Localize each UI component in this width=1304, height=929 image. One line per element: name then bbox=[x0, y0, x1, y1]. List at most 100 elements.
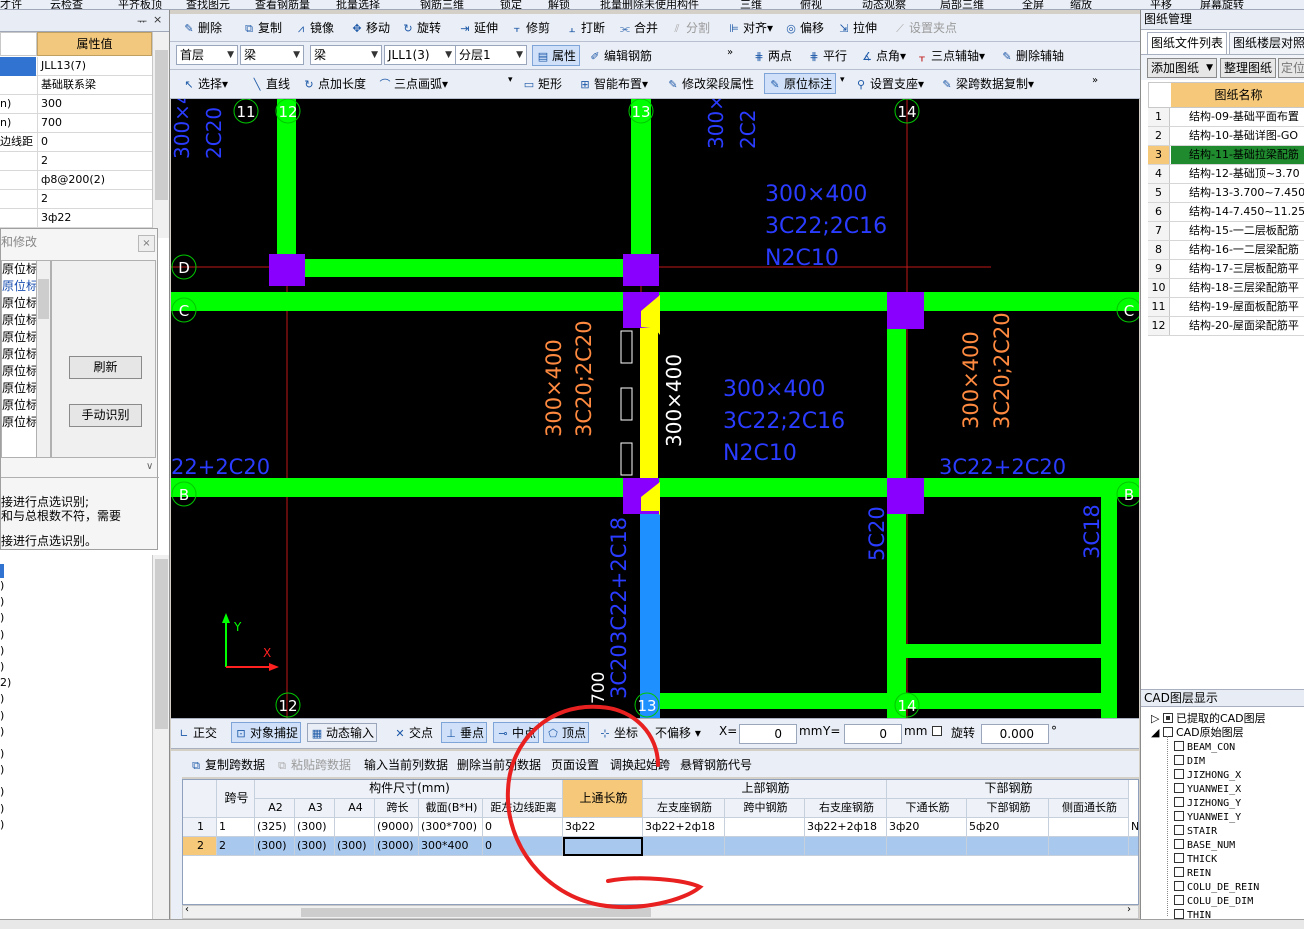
drawing-name[interactable]: 结构-11-基础拉梁配筋 bbox=[1171, 146, 1304, 164]
drawing-row[interactable]: 8 结构-16-一二层梁配筋 bbox=[1148, 241, 1304, 260]
element-select[interactable]: JLL1(3) ▼ bbox=[384, 45, 456, 65]
table-cell[interactable]: 1 bbox=[217, 818, 255, 837]
table-cell[interactable]: 2 bbox=[217, 837, 255, 856]
drawing-name[interactable]: 结构-14-7.450~11.25 bbox=[1171, 203, 1304, 221]
tree-item[interactable]: ) bbox=[0, 763, 4, 776]
two-point-axis-button[interactable]: ⋕ 两点 bbox=[752, 47, 792, 64]
drawing-row[interactable]: 6 结构-14-7.450~11.25 bbox=[1148, 203, 1304, 222]
split-button[interactable]: ⫽ 分割 bbox=[670, 19, 710, 36]
table-cell[interactable]: (300*700) bbox=[419, 818, 483, 837]
checkbox-icon[interactable] bbox=[1174, 909, 1184, 919]
pin-icon[interactable]: ᅲ bbox=[137, 13, 147, 29]
cad-drawing[interactable]: 11 12 13 14 12 13 14 D C C B B 300×4 2C2… bbox=[171, 99, 1139, 718]
x-coordinate-input[interactable]: 0 bbox=[739, 724, 797, 744]
arc-button[interactable]: ⌒ 三点画弧▾ bbox=[378, 75, 449, 92]
tree-item[interactable]: 2) bbox=[0, 676, 11, 689]
rectangle-button[interactable]: ▭ 矩形 bbox=[522, 75, 562, 92]
property-value[interactable]: 基础联系梁 bbox=[37, 76, 152, 95]
tab-floor-mapping[interactable]: 图纸楼层对照 bbox=[1229, 32, 1304, 54]
dialog-close-icon[interactable]: × bbox=[138, 235, 155, 252]
top-item[interactable]: 屏幕旋转 bbox=[1200, 0, 1244, 9]
table-cell[interactable] bbox=[725, 837, 805, 856]
extracted-layer-node[interactable]: ▷ 已提取的CAD图层 bbox=[1151, 712, 1266, 725]
modify-span-button[interactable]: ✎ 修改梁段属性 bbox=[666, 75, 754, 92]
drawing-name[interactable]: 结构-13-3.700~7.450 bbox=[1171, 184, 1304, 202]
drawing-row[interactable]: 4 结构-12-基础顶~3.70 bbox=[1148, 165, 1304, 184]
move-button[interactable]: ✥ 移动 bbox=[350, 19, 390, 36]
table-cell[interactable] bbox=[887, 837, 967, 856]
checkbox-icon[interactable] bbox=[1174, 741, 1184, 751]
top-item[interactable]: 解锁 bbox=[548, 0, 570, 9]
table-cell[interactable] bbox=[967, 837, 1049, 856]
drawing-row[interactable]: 7 结构-15-一二层板配筋 bbox=[1148, 222, 1304, 241]
drawing-row[interactable]: 2 结构-10-基础详图-GO bbox=[1148, 127, 1304, 146]
tree-item[interactable]: ) bbox=[0, 818, 4, 831]
table-cell[interactable]: (300) bbox=[255, 837, 295, 856]
checkbox-icon[interactable] bbox=[1174, 867, 1184, 877]
top-item[interactable]: 动态观察 bbox=[862, 0, 906, 9]
delete-aux-button[interactable]: ✎ 删除辅轴 bbox=[1000, 47, 1064, 64]
attribute-button[interactable]: ▤ 属性 bbox=[532, 45, 581, 66]
table-cell[interactable]: (9000) bbox=[375, 818, 419, 837]
checkbox-icon[interactable] bbox=[1174, 755, 1184, 765]
cad-canvas[interactable]: 11 12 13 14 12 13 14 D C C B B 300×4 2C2… bbox=[171, 99, 1139, 718]
checkbox-icon[interactable] bbox=[1174, 825, 1184, 835]
layer-item[interactable]: DIM bbox=[1174, 755, 1205, 768]
property-row[interactable]: 3ф22 bbox=[0, 209, 152, 228]
trim-button[interactable]: ⫟ 修剪 bbox=[510, 19, 550, 36]
layer-item[interactable]: JIZHONG_X bbox=[1174, 769, 1241, 782]
top-item[interactable]: 三维 bbox=[740, 0, 762, 9]
top-item[interactable]: 全屏 bbox=[1022, 0, 1044, 9]
input-column-button[interactable]: 输入当前列数据 bbox=[364, 756, 448, 773]
property-row[interactable]: 基础联系梁 bbox=[0, 76, 152, 95]
layer-item[interactable]: YUANWEI_Y bbox=[1174, 811, 1241, 824]
drawing-name[interactable]: 结构-19-屋面板配筋平 bbox=[1171, 298, 1304, 316]
chevron-down-icon[interactable]: ▾ bbox=[840, 75, 845, 85]
table-cell[interactable]: 3ф22+2ф18 bbox=[805, 818, 887, 837]
extend-button[interactable]: ⇥ 延伸 bbox=[458, 19, 498, 36]
property-value[interactable]: 700 bbox=[37, 114, 152, 133]
drawing-row[interactable]: 9 结构-17-三层板配筋平 bbox=[1148, 260, 1304, 279]
perpendicular-snap[interactable]: ⊥ 垂点 bbox=[441, 722, 488, 743]
scroll-left-icon[interactable]: ‹ bbox=[185, 904, 189, 915]
organize-drawing-button[interactable]: 整理图纸 bbox=[1220, 58, 1276, 78]
property-row[interactable]: n) 300 bbox=[0, 95, 152, 114]
table-cell[interactable]: (3000) bbox=[375, 837, 419, 856]
top-item[interactable]: 查找图元 bbox=[186, 0, 230, 9]
top-item[interactable]: 缩放 bbox=[1070, 0, 1092, 9]
close-icon[interactable]: × bbox=[153, 13, 162, 26]
top-item[interactable]: 才许 bbox=[0, 0, 22, 9]
drawing-name[interactable]: 结构-09-基础平面布置 bbox=[1171, 108, 1304, 126]
table-cell[interactable]: N bbox=[1129, 818, 1138, 837]
tree-item[interactable]: ) bbox=[0, 785, 4, 798]
table-cell[interactable] bbox=[1049, 837, 1129, 856]
top-item[interactable]: 平移 bbox=[1150, 0, 1172, 9]
line-button[interactable]: ╲ 直线 bbox=[250, 75, 290, 92]
locate-button[interactable]: 定位 bbox=[1278, 58, 1304, 78]
property-value[interactable]: ф8@200(2) bbox=[37, 171, 152, 190]
rotate-input[interactable]: 0.000 bbox=[981, 724, 1049, 744]
checkbox-icon[interactable] bbox=[1174, 839, 1184, 849]
checkbox-icon[interactable] bbox=[1174, 769, 1184, 779]
drawing-name[interactable]: 结构-10-基础详图-GO bbox=[1171, 127, 1304, 145]
table-cell[interactable] bbox=[1049, 818, 1129, 837]
layer-item[interactable]: JIZHONG_Y bbox=[1174, 797, 1241, 810]
checkbox-icon[interactable] bbox=[1162, 713, 1173, 723]
drawing-name[interactable]: 结构-12-基础顶~3.70 bbox=[1171, 165, 1304, 183]
table-cell[interactable] bbox=[805, 837, 887, 856]
checkbox-icon[interactable] bbox=[1174, 783, 1184, 793]
drawing-row[interactable]: 12 结构-20-屋面梁配筋平 bbox=[1148, 317, 1304, 336]
tab-drawing-list[interactable]: 图纸文件列表 bbox=[1147, 32, 1228, 54]
type-select[interactable]: 梁 ▼ bbox=[310, 45, 382, 65]
tree-item[interactable]: ) bbox=[0, 628, 4, 641]
layer-item[interactable]: COLU_DE_REIN bbox=[1174, 881, 1259, 894]
property-row[interactable]: ф8@200(2) bbox=[0, 171, 152, 190]
refresh-button[interactable]: 刷新 bbox=[69, 356, 142, 379]
layer-item[interactable]: COLU_DE_DIM bbox=[1174, 895, 1253, 908]
set-grip-button[interactable]: ⟋ 设置夹点 bbox=[893, 19, 957, 36]
drawing-name[interactable]: 结构-16-一二层梁配筋 bbox=[1171, 241, 1304, 259]
layer-item[interactable]: YUANWEI_X bbox=[1174, 783, 1241, 796]
table-cell[interactable] bbox=[1129, 837, 1138, 856]
tree-item[interactable]: ) bbox=[0, 709, 4, 722]
expand-icon[interactable]: ▷ bbox=[1151, 712, 1159, 725]
